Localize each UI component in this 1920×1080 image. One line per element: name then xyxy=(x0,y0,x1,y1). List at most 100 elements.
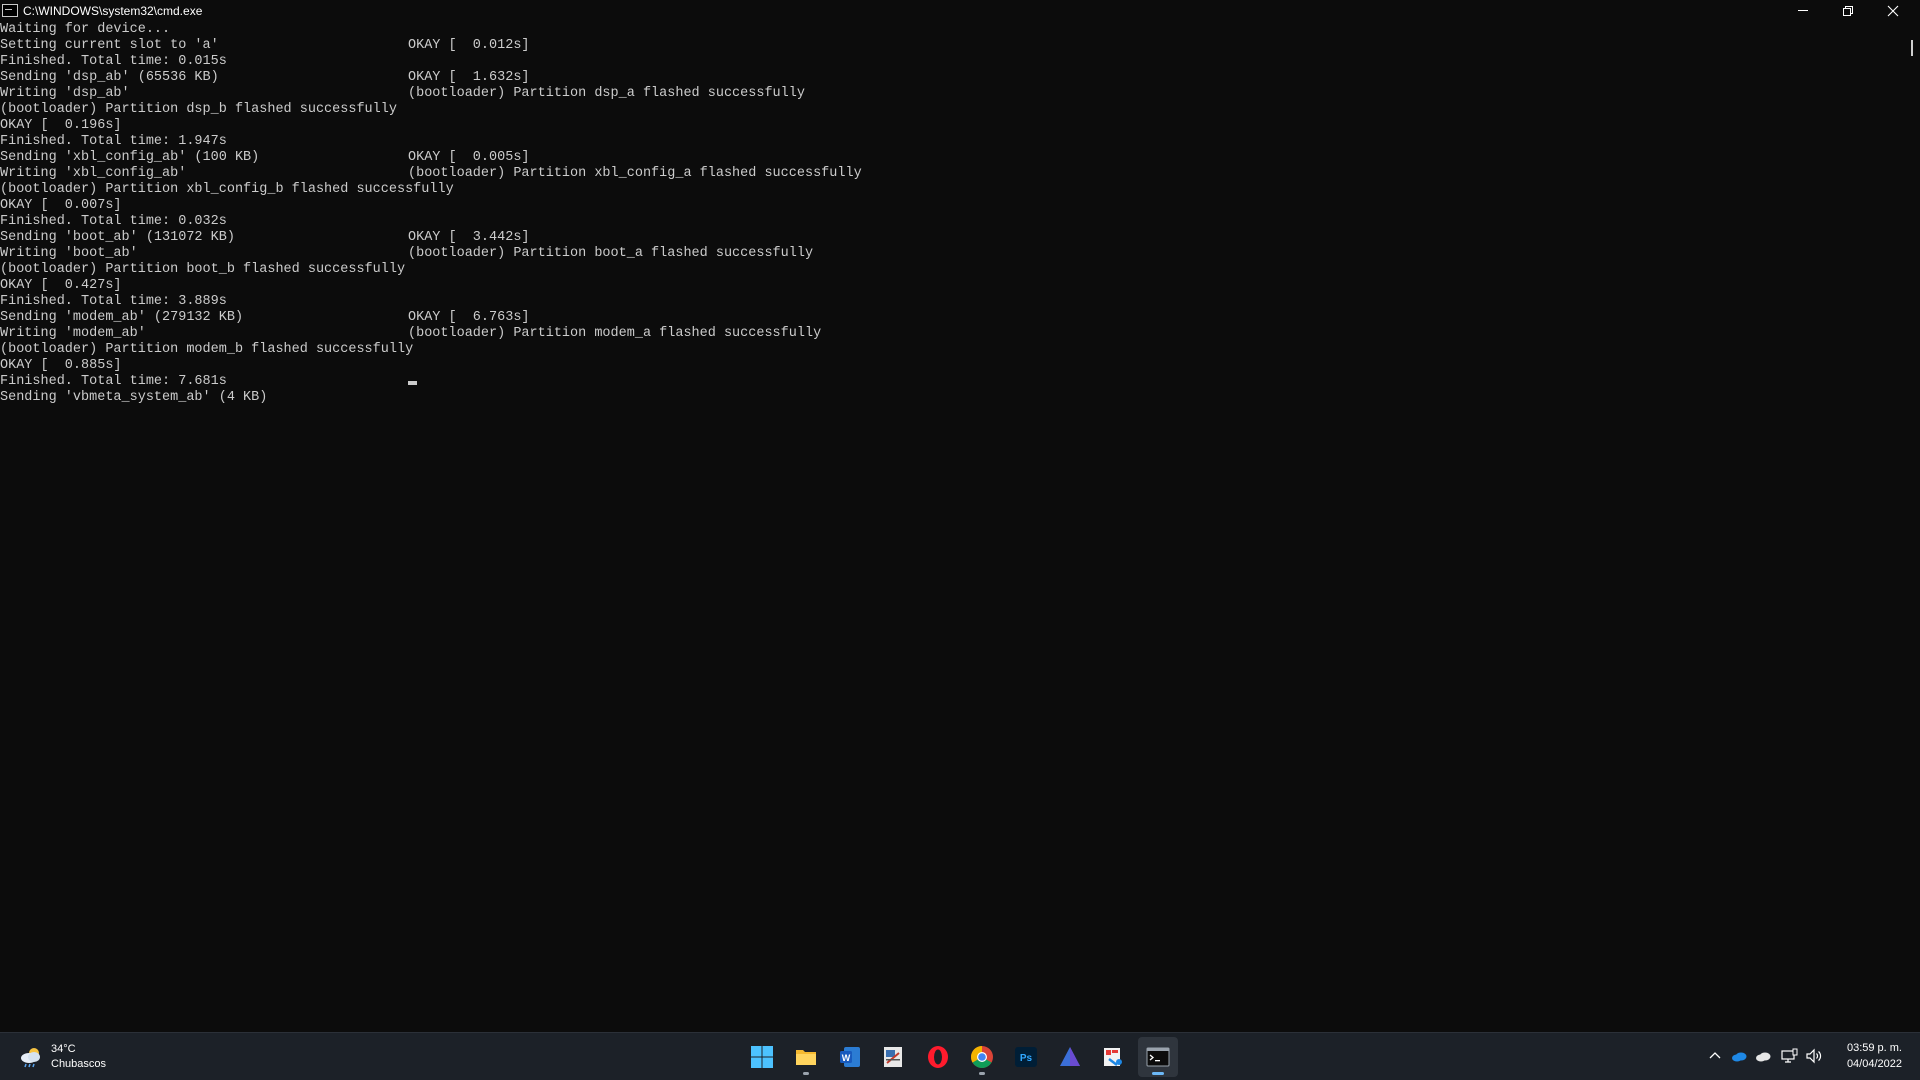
console-line-text: (bootloader) Partition dsp_b flashed suc… xyxy=(0,102,397,117)
taskbar-opera[interactable] xyxy=(918,1037,958,1077)
console-line: Writing 'dsp_ab' (bootloader) Partition d… xyxy=(0,86,805,102)
restore-button[interactable] xyxy=(1826,0,1870,22)
console-line-text: Finished. Total time: 0.032s xyxy=(0,214,227,229)
word-icon-label: W xyxy=(842,1053,851,1063)
console-line: OKAY [ 0.885s] xyxy=(0,358,122,374)
cmd-app-icon xyxy=(2,4,18,17)
console-line-text: Writing 'modem_ab' xyxy=(0,326,146,341)
windows-start-icon xyxy=(751,1046,773,1068)
window-title: C:\WINDOWS\system32\cmd.exe xyxy=(23,4,203,18)
console-line-text: OKAY [ 0.196s] xyxy=(0,118,122,133)
console-line: Sending 'xbl_config_ab' (100 KB) OKAY [ 0… xyxy=(0,150,530,166)
taskbar-chrome[interactable] xyxy=(962,1037,1002,1077)
console-line: OKAY [ 0.196s] xyxy=(0,118,122,134)
cloud-icon[interactable] xyxy=(1754,1047,1772,1065)
console-line-status: (bootloader) Partition boot_a flashed su… xyxy=(408,246,814,261)
active-indicator xyxy=(1152,1072,1164,1075)
scrollbar-thumb[interactable] xyxy=(1911,40,1913,56)
console-line-text: Writing 'dsp_ab' xyxy=(0,86,130,101)
console-line-status: (bootloader) Partition dsp_a flashed suc… xyxy=(408,86,805,101)
restore-icon xyxy=(1843,6,1853,16)
console-line: Writing 'boot_ab' (bootloader) Partition … xyxy=(0,246,813,262)
console-line: (bootloader) Partition xbl_config_b flas… xyxy=(0,182,454,198)
console-line-text: Finished. Total time: 7.681s xyxy=(0,374,227,389)
taskbar-photoshop[interactable]: Ps xyxy=(1006,1037,1046,1077)
console-line-text: Sending 'dsp_ab' (65536 KB) xyxy=(0,70,219,85)
taskbar-paint-app[interactable] xyxy=(1093,1037,1133,1077)
console-line: Sending 'dsp_ab' (65536 KB) OKAY [ 1.632s… xyxy=(0,70,530,86)
console-line: Writing 'xbl_config_ab' (bootloader) Part… xyxy=(0,166,862,182)
cloud-rain-icon xyxy=(21,1048,40,1068)
running-indicator xyxy=(979,1072,985,1075)
opera-icon xyxy=(928,1046,948,1068)
console-line-text: Sending 'boot_ab' (131072 KB) xyxy=(0,230,235,245)
console-line-text: Sending 'vbmeta_system_ab' (4 KB) xyxy=(0,390,268,405)
word-icon: W xyxy=(840,1047,860,1067)
console-line: Finished. Total time: 7.681s xyxy=(0,374,227,390)
folder-icon xyxy=(796,1050,816,1065)
terminal-icon xyxy=(1146,1047,1170,1067)
taskbar-file-explorer[interactable] xyxy=(786,1037,826,1077)
weather-temperature: 34°C xyxy=(51,1043,76,1055)
snip-icon xyxy=(884,1047,902,1067)
console-line-text: Finished. Total time: 1.947s xyxy=(0,134,227,149)
console-line: Finished. Total time: 3.889s xyxy=(0,294,227,310)
console-line-status: (bootloader) Partition xbl_config_a flas… xyxy=(408,166,862,181)
console-line: Waiting for device... xyxy=(0,22,170,38)
console-line-text: Sending 'modem_ab' (279132 KB) xyxy=(0,310,244,325)
console-line: (bootloader) Partition boot_b flashed su… xyxy=(0,262,405,278)
console-line-text: OKAY [ 0.427s] xyxy=(0,278,122,293)
console-line-text: (bootloader) Partition xbl_config_b flas… xyxy=(0,182,454,197)
taskbar: 34°C Chubascos W Ps 03:59 p. m. 04/04/20… xyxy=(0,1032,1920,1080)
console-line: OKAY [ 0.007s] xyxy=(0,198,122,214)
console-line-text: Finished. Total time: 3.889s xyxy=(0,294,227,309)
paint-icon xyxy=(1104,1048,1122,1066)
taskbar-terminal[interactable] xyxy=(1138,1037,1178,1077)
minimize-icon xyxy=(1798,10,1808,11)
console-line-text: Writing 'boot_ab' xyxy=(0,246,138,261)
console-line-status: OKAY [ 6.763s] xyxy=(408,310,530,325)
photoshop-icon: Ps xyxy=(1015,1047,1037,1067)
chrome-icon xyxy=(971,1046,993,1068)
console-line: OKAY [ 0.427s] xyxy=(0,278,122,294)
console-line: Sending 'modem_ab' (279132 KB) OKAY [ 6.7… xyxy=(0,310,530,326)
clock-time[interactable]: 03:59 p. m. xyxy=(1847,1042,1902,1055)
console-line: Sending 'boot_ab' (131072 KB) OKAY [ 3.44… xyxy=(0,230,530,246)
network-icon[interactable] xyxy=(1780,1047,1798,1065)
taskbar-snipping-tool[interactable] xyxy=(873,1037,913,1077)
clock-date[interactable]: 04/04/2022 xyxy=(1847,1058,1902,1071)
photoshop-icon-label: Ps xyxy=(1020,1053,1033,1064)
console-line-status: OKAY [ 0.012s] xyxy=(408,38,530,53)
console-line-text: Finished. Total time: 0.015s xyxy=(0,54,227,69)
console-line-status: OKAY [ 0.005s] xyxy=(408,150,530,165)
start-button[interactable] xyxy=(742,1037,782,1077)
volume-icon[interactable] xyxy=(1805,1047,1823,1065)
console-line: Finished. Total time: 1.947s xyxy=(0,134,227,150)
text-cursor xyxy=(408,381,417,385)
console-line: Sending 'vbmeta_system_ab' (4 KB) xyxy=(0,390,267,406)
console-line: Writing 'modem_ab' (bootloader) Partition… xyxy=(0,326,821,342)
taskbar-triangle-app[interactable] xyxy=(1050,1037,1090,1077)
onedrive-icon[interactable] xyxy=(1730,1047,1748,1065)
triangle-icon xyxy=(1060,1047,1080,1066)
window-title-bar[interactable]: C:\WINDOWS\system32\cmd.exe xyxy=(0,0,1920,22)
close-button[interactable] xyxy=(1871,0,1915,22)
chevron-up-icon[interactable] xyxy=(1706,1047,1724,1065)
weather-condition: Chubascos xyxy=(51,1058,107,1070)
close-icon xyxy=(1887,5,1899,17)
console-line-text: (bootloader) Partition modem_b flashed s… xyxy=(0,342,414,357)
console-line: Setting current slot to 'a' OKAY [ 0.012s… xyxy=(0,38,530,54)
console-line: Finished. Total time: 0.015s xyxy=(0,54,227,70)
console-line-status: OKAY [ 3.442s] xyxy=(408,230,530,245)
console-line-text: (bootloader) Partition boot_b flashed su… xyxy=(0,262,406,277)
console-line: (bootloader) Partition dsp_b flashed suc… xyxy=(0,102,397,118)
taskbar-word[interactable]: W xyxy=(830,1037,870,1077)
running-indicator xyxy=(803,1072,809,1075)
console-line-text: Setting current slot to 'a' xyxy=(0,38,219,53)
console-line-text: Writing 'xbl_config_ab' xyxy=(0,166,187,181)
minimize-button[interactable] xyxy=(1781,0,1825,22)
console-line: Finished. Total time: 0.032s xyxy=(0,214,227,230)
console-line-text: Sending 'xbl_config_ab' (100 KB) xyxy=(0,150,260,165)
console-output[interactable]: Waiting for device... Setting current slo… xyxy=(0,22,1900,1032)
console-line-text: OKAY [ 0.007s] xyxy=(0,198,122,213)
